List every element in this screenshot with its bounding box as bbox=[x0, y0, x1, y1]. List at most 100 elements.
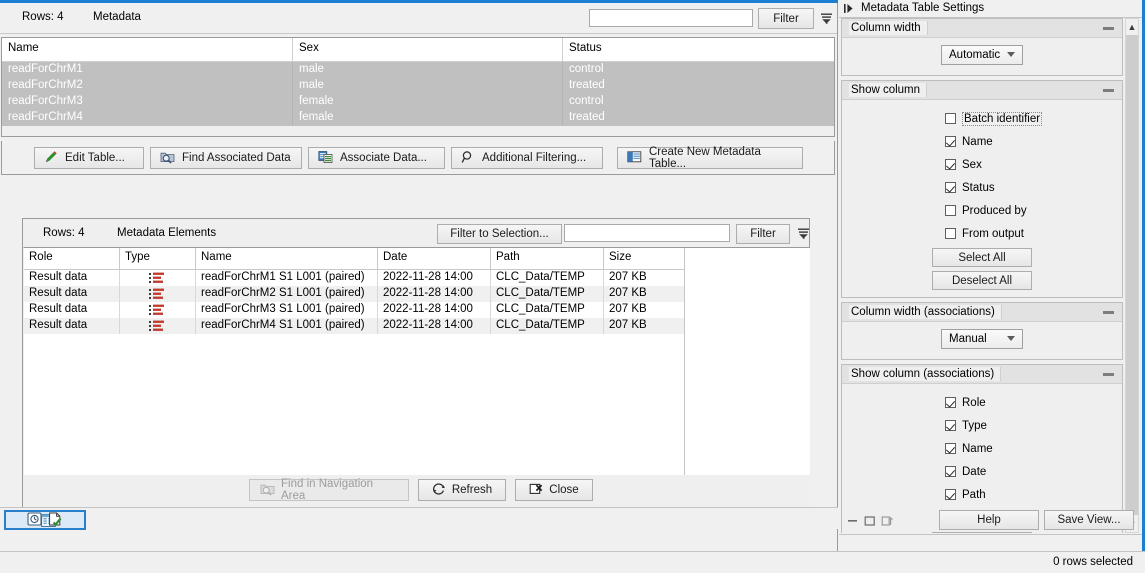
scrollbar-thumb[interactable] bbox=[1126, 35, 1138, 515]
expand-arrow-icon[interactable] bbox=[843, 3, 855, 14]
checkbox-row-batch-identifier[interactable]: Batch identifier bbox=[842, 107, 1122, 130]
checkbox-date[interactable] bbox=[945, 466, 956, 477]
collapse-icon[interactable] bbox=[1103, 89, 1114, 92]
checkbox-row-name-assoc[interactable]: Name bbox=[842, 437, 1122, 460]
group-body: Manual bbox=[842, 322, 1122, 359]
checkbox-type[interactable] bbox=[945, 420, 956, 431]
checkbox-row-date[interactable]: Date bbox=[842, 460, 1122, 483]
funnel-icon[interactable] bbox=[816, 9, 836, 28]
column-header-sex[interactable]: Sex bbox=[293, 38, 563, 61]
save-view-button[interactable]: Save View... bbox=[1044, 510, 1134, 530]
collapse-all-icon[interactable] bbox=[847, 515, 860, 527]
checkbox-row-status[interactable]: Status bbox=[842, 176, 1122, 199]
cell-status: control bbox=[563, 94, 834, 110]
chevron-down-icon bbox=[1007, 336, 1015, 341]
group-header[interactable]: Show column bbox=[842, 81, 1122, 100]
collapse-icon[interactable] bbox=[1103, 27, 1114, 30]
cell-status: treated bbox=[563, 110, 834, 126]
metadata-table-body: readForChrM1 male control readForChrM2 m… bbox=[2, 62, 834, 137]
column-header-status[interactable]: Status bbox=[563, 38, 834, 61]
metadata-filter-button[interactable]: Filter bbox=[758, 8, 814, 29]
find-in-navigation-area-button[interactable]: Find in Navigation Area bbox=[249, 479, 409, 501]
deselect-all-button[interactable]: Deselect All bbox=[932, 271, 1032, 290]
checkbox-produced-by[interactable] bbox=[945, 205, 956, 216]
table-row[interactable]: Result data readForChrM2 S1 L001 (paired… bbox=[24, 286, 684, 302]
elements-filter-button[interactable]: Filter bbox=[736, 224, 790, 244]
column-width-select[interactable]: Automatic bbox=[941, 45, 1023, 65]
side-panel: Metadata Table Settings Column width Aut… bbox=[839, 0, 1142, 551]
select-all-button[interactable]: Select All bbox=[932, 248, 1032, 267]
checkbox-row-role[interactable]: Role bbox=[842, 391, 1122, 414]
filter-to-selection-button[interactable]: Filter to Selection... bbox=[437, 224, 562, 244]
collapse-icon[interactable] bbox=[1103, 311, 1114, 314]
cell-date: 2022-11-28 14:00 bbox=[378, 286, 491, 302]
checkbox-row-sex[interactable]: Sex bbox=[842, 153, 1122, 176]
find-associated-data-button[interactable]: Find Associated Data bbox=[150, 147, 302, 169]
cell-date: 2022-11-28 14:00 bbox=[378, 318, 491, 334]
help-button[interactable]: Help bbox=[939, 510, 1039, 530]
table-view-icon[interactable] bbox=[4, 510, 86, 530]
cell-name: readForChrM1 S1 L001 (paired) bbox=[196, 270, 378, 286]
elements-title: Metadata Elements bbox=[117, 227, 216, 239]
group-header[interactable]: Show column (associations) bbox=[842, 365, 1122, 384]
dock-panel-icon[interactable] bbox=[881, 515, 894, 527]
cell-role: Result data bbox=[24, 286, 120, 302]
checkbox-batch-identifier[interactable] bbox=[945, 113, 956, 124]
checkbox-row-type[interactable]: Type bbox=[842, 414, 1122, 437]
collapse-icon[interactable] bbox=[1103, 373, 1114, 376]
column-header-type[interactable]: Type bbox=[120, 248, 196, 269]
checkbox-name[interactable] bbox=[945, 136, 956, 147]
checkbox-label: Name bbox=[962, 443, 993, 455]
checkbox-row-path[interactable]: Path bbox=[842, 483, 1122, 506]
column-header-name[interactable]: Name bbox=[196, 248, 378, 269]
table-row[interactable]: readForChrM2 male treated bbox=[2, 78, 834, 94]
edit-table-button[interactable]: Edit Table... bbox=[34, 147, 144, 169]
table-row[interactable]: Result data readForChrM4 S1 L001 (paired… bbox=[24, 318, 684, 334]
history-view-icon[interactable] bbox=[25, 510, 44, 528]
cell-role: Result data bbox=[24, 270, 120, 286]
side-panel-title: Metadata Table Settings bbox=[861, 2, 984, 14]
checkbox-status[interactable] bbox=[945, 182, 956, 193]
elements-table[interactable]: Role Type Name Date Path Size Result dat… bbox=[24, 247, 810, 477]
checkbox-name-associations[interactable] bbox=[945, 443, 956, 454]
cell-sex: male bbox=[293, 78, 563, 94]
checkbox-path[interactable] bbox=[945, 489, 956, 500]
refresh-button[interactable]: Refresh bbox=[418, 479, 506, 501]
edit-table-label: Edit Table... bbox=[65, 152, 125, 164]
sequence-list-icon bbox=[120, 302, 196, 318]
cell-name: readForChrM1 bbox=[2, 62, 293, 78]
column-header-path[interactable]: Path bbox=[491, 248, 604, 269]
group-header[interactable]: Column width (associations) bbox=[842, 303, 1122, 322]
elements-search-input[interactable] bbox=[564, 224, 730, 242]
checkbox-row-name[interactable]: Name bbox=[842, 130, 1122, 153]
close-button[interactable]: Close bbox=[515, 479, 593, 501]
checkbox-row-produced-by[interactable]: Produced by bbox=[842, 199, 1122, 222]
side-panel-scrollbar[interactable]: ▲ ▼ bbox=[1125, 18, 1139, 533]
table-row[interactable]: readForChrM3 female control bbox=[2, 94, 834, 110]
checkbox-from-output[interactable] bbox=[945, 228, 956, 239]
cell-size: 207 KB bbox=[604, 302, 684, 318]
column-header-role[interactable]: Role bbox=[24, 248, 120, 269]
scroll-up-icon[interactable]: ▲ bbox=[1126, 19, 1138, 35]
checkbox-sex[interactable] bbox=[945, 159, 956, 170]
cell-date: 2022-11-28 14:00 bbox=[378, 302, 491, 318]
expand-all-icon[interactable] bbox=[864, 515, 877, 527]
column-header-size[interactable]: Size bbox=[604, 248, 684, 269]
metadata-table[interactable]: Name Sex Status readForChrM1 male contro… bbox=[1, 37, 835, 137]
metadata-search-input[interactable] bbox=[589, 9, 753, 27]
associate-data-button[interactable]: Associate Data... bbox=[308, 147, 445, 169]
additional-filtering-button[interactable]: Additional Filtering... bbox=[451, 147, 603, 169]
create-new-metadata-table-button[interactable]: Create New Metadata Table... bbox=[617, 147, 803, 169]
column-header-name[interactable]: Name bbox=[2, 38, 293, 61]
table-row[interactable]: readForChrM4 female treated bbox=[2, 110, 834, 126]
element-info-view-icon[interactable] bbox=[46, 510, 65, 528]
funnel-icon[interactable] bbox=[793, 224, 813, 243]
column-header-date[interactable]: Date bbox=[378, 248, 491, 269]
table-row[interactable]: Result data readForChrM1 S1 L001 (paired… bbox=[24, 270, 684, 286]
checkbox-row-from-output[interactable]: From output bbox=[842, 222, 1122, 245]
table-row[interactable]: Result data readForChrM3 S1 L001 (paired… bbox=[24, 302, 684, 318]
column-width-associations-select[interactable]: Manual bbox=[941, 329, 1023, 349]
table-row[interactable]: readForChrM1 male control bbox=[2, 62, 834, 78]
checkbox-role[interactable] bbox=[945, 397, 956, 408]
group-header[interactable]: Column width bbox=[842, 19, 1122, 38]
